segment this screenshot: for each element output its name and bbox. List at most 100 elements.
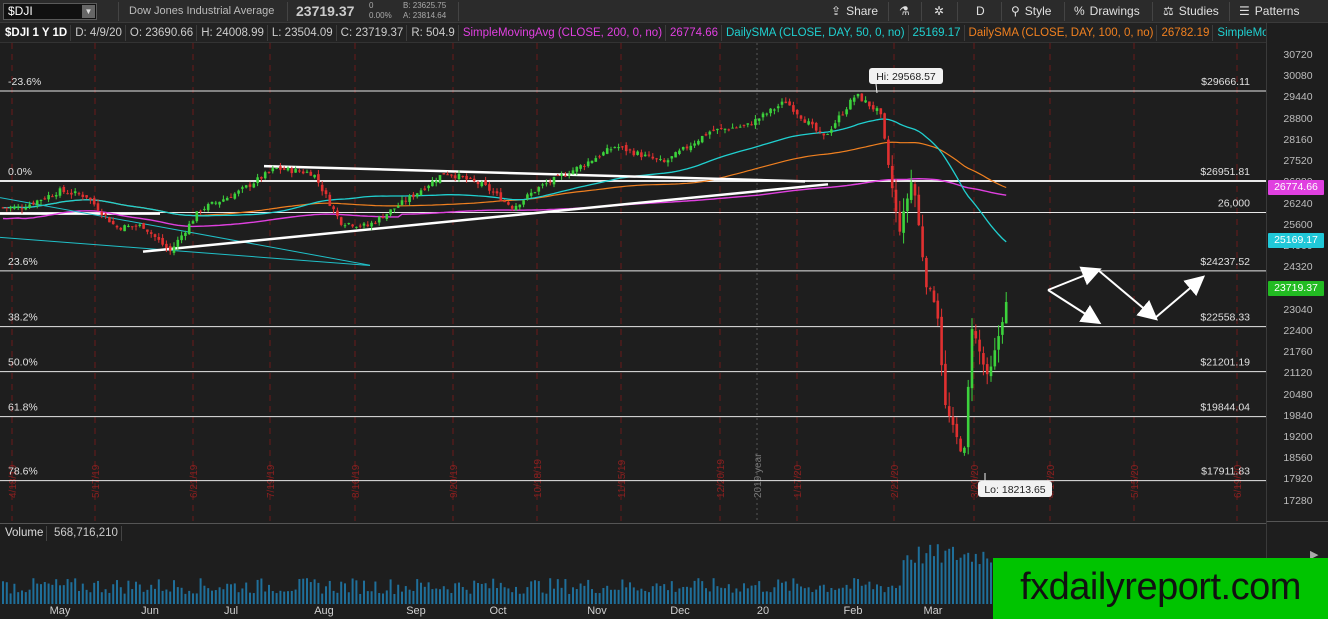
watermark: fxdailyreport.com [993,558,1328,619]
volume-bar [458,582,460,604]
studies-button[interactable]: ⚖ Studies [1163,3,1219,20]
candle-body [43,198,47,200]
expiry-date-label: 11/15/19 [617,459,628,498]
candle-body [507,202,510,205]
candle-body [902,211,905,233]
volume-bar [940,562,943,604]
candle-body [978,339,981,352]
candle-body [602,152,605,156]
volume-bar [439,589,441,604]
volume-bar [929,544,932,604]
candle-body [366,224,370,227]
volume-bar [298,579,301,604]
volume-bar [648,592,650,604]
candle-body [659,158,662,160]
percent-icon: % [1074,4,1085,18]
candle-body [222,199,225,202]
candle-body [944,363,947,406]
volume-bar [245,582,248,604]
patterns-button[interactable]: ☰ Patterns [1239,3,1299,20]
symbol-text: $DJI [8,4,33,18]
volume-bar [279,590,282,604]
candle-body [678,150,681,154]
candle-body [526,194,529,199]
candle-body [400,200,404,205]
volume-bar [249,592,251,604]
info-item: H: 24008.99 [198,25,268,41]
volume-bar [146,589,149,604]
price-axis[interactable]: 3072030080294402880028160275202688026240… [1266,23,1328,521]
volume-bar [640,588,643,604]
candle-body [537,187,541,192]
volume-bar [959,557,962,604]
candle-body [153,234,157,237]
volume-bar [180,587,183,604]
candle-body [305,171,309,173]
volume-bar [670,581,673,604]
info-item: D: 4/9/20 [72,25,126,41]
volume-bar [712,578,715,604]
candle-body [39,199,43,201]
volume-bar [602,588,605,604]
fib-price-label: $22558.33 [1200,312,1250,324]
candle-body [803,119,807,123]
price-chart-svg[interactable]: 4/18/19 5/17/19 6/21/19 7/19/19 8/16/19 9/20/… [0,43,1266,521]
volume-bar [169,591,172,604]
volume-bar [226,583,229,604]
volume-bar [275,593,278,604]
volume-bar [864,584,867,604]
volume-bar [579,583,582,604]
volume-bar [773,587,776,604]
candle-body [780,101,784,105]
volume-bar [59,585,61,604]
period-button[interactable]: D [976,3,985,20]
candle-body [997,336,1000,350]
volume-bar [986,558,989,604]
month-label: Dec [670,605,690,617]
channel-line [0,236,371,267]
volume-bar [214,590,217,604]
info-item: DailySMA (CLOSE, DAY, 100, 0, no) [966,25,1158,41]
candle-body [385,213,389,220]
drawings-button[interactable]: % Drawings [1074,3,1140,20]
settings-button[interactable]: ✲ [934,3,949,20]
style-button[interactable]: ⚲ Style [1011,3,1051,20]
candle-body [640,152,643,158]
volume-bar [610,589,612,604]
volume-bar [347,592,350,604]
candle-body [993,350,997,367]
candle-body [868,101,871,107]
volume-bar [879,586,882,604]
volume-bar [792,578,795,604]
volume-bar [40,584,42,604]
chevron-down-icon[interactable]: ▼ [82,5,95,18]
divider [1001,2,1002,21]
volume-bar [515,586,517,604]
symbol-input[interactable]: $DJI ▼ [3,3,97,20]
last-price: 23719.37 [296,3,355,19]
chart-title: $DJI 1 Y 1D [2,25,72,41]
volume-bar [408,589,411,604]
fib-percent-label: 0.0% [8,166,32,178]
volume-bar [427,582,430,604]
volume-bar [218,587,221,604]
volume-bar [834,589,837,604]
volume-bar [325,586,327,604]
volume-bar [431,589,434,604]
volume-bar [857,579,859,604]
candle-body [244,185,248,188]
candle-body [343,225,347,227]
candle-body [716,128,719,131]
volume-bar [952,546,954,604]
volume-bar [841,587,844,604]
share-button[interactable]: ⇪ Share [831,3,878,20]
volume-bar [944,550,947,604]
volume-bar [636,590,639,604]
fib-percent-label: 23.6% [8,256,38,268]
candle-body [959,438,962,452]
price-chart[interactable]: 4/18/19 5/17/19 6/21/19 7/19/19 8/16/19 9/20/… [0,43,1266,521]
flask-button[interactable]: ⚗ [899,3,915,20]
candle-body [271,168,275,172]
candle-body [9,206,12,209]
candle-body [96,203,100,211]
